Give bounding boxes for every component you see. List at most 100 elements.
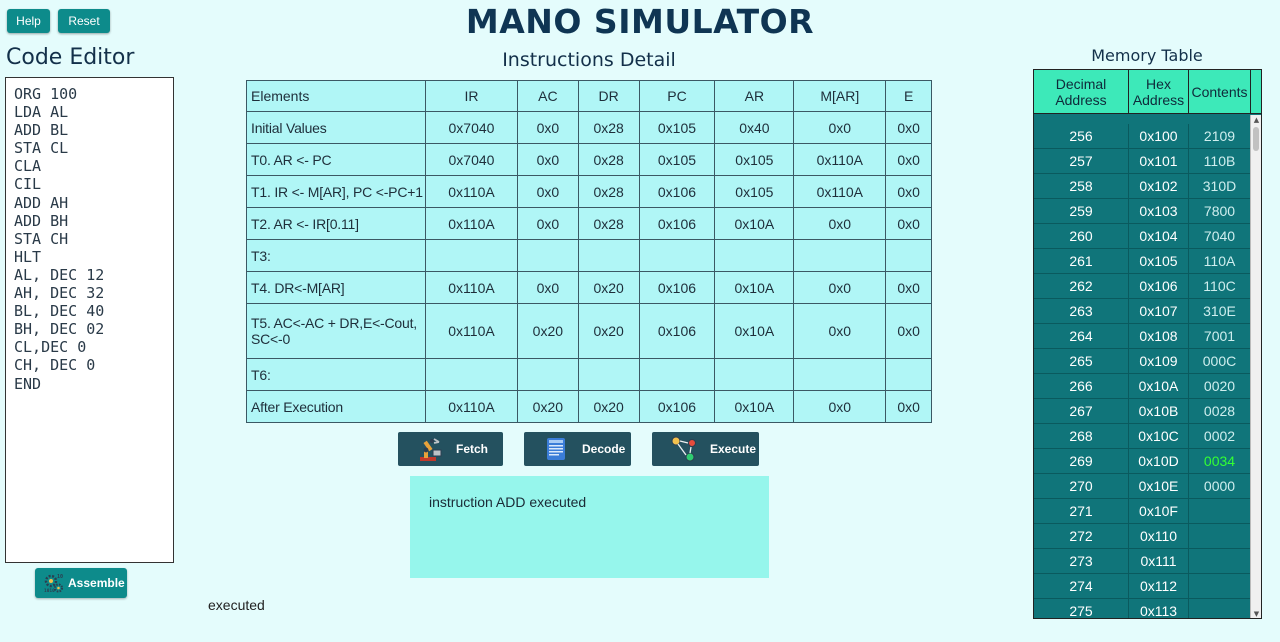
memory-row: 266 0x10A 0020 <box>1034 374 1251 399</box>
message-text: instruction ADD executed <box>429 494 587 510</box>
contents-cell: 110B <box>1189 149 1251 173</box>
memory-table-header: Decimal Address Hex Address Contents <box>1034 70 1261 114</box>
decimal-address-header: Decimal Address <box>1034 70 1129 113</box>
memory-row: 269 0x10D 0034 <box>1034 449 1251 474</box>
column-header: DR <box>577 80 640 112</box>
table-row: T1. IR <- M[AR], PC <-PC+1 0x110A 0x0 0x28 0… <box>246 175 932 208</box>
robot-arm-icon <box>416 435 444 463</box>
table-header-row: Elements IR AC DR PC AR M[AR] E <box>246 80 932 112</box>
status-text: executed <box>208 597 265 613</box>
contents-header: Contents <box>1189 70 1251 113</box>
decimal-address-cell: 270 <box>1034 474 1129 498</box>
decimal-address-cell: 271 <box>1034 499 1129 523</box>
memory-row: 261 0x105 110A <box>1034 249 1251 274</box>
table-row: T6: <box>246 358 932 391</box>
memory-table[interactable]: Decimal Address Hex Address Contents 256… <box>1033 69 1262 619</box>
register-value-cell: 0x0 <box>793 390 887 423</box>
decimal-address-cell: 267 <box>1034 399 1129 423</box>
scroll-thumb[interactable] <box>1253 127 1259 151</box>
column-header: AR <box>714 80 795 112</box>
hex-address-cell: 0x111 <box>1129 549 1189 573</box>
column-header: Elements <box>246 80 426 112</box>
register-value-cell <box>714 239 795 272</box>
app-title: MANO SIMULATOR <box>465 2 815 41</box>
contents-cell: 0000 <box>1189 474 1251 498</box>
register-value-cell <box>425 358 518 391</box>
register-value-cell <box>793 358 887 391</box>
step-label-cell: T0. AR <- PC <box>246 143 426 176</box>
hex-address-cell: 0x108 <box>1129 324 1189 348</box>
memory-row: 270 0x10E 0000 <box>1034 474 1251 499</box>
table-row: T5. AC<-AC + DR,E<-Cout, SC<-0 0x110A 0x20… <box>246 303 932 359</box>
contents-cell <box>1189 599 1251 618</box>
contents-cell: 0028 <box>1189 399 1251 423</box>
contents-cell: 000C <box>1189 349 1251 373</box>
gears-icon: 10 1010 <box>43 572 65 594</box>
contents-cell <box>1189 549 1251 573</box>
memory-row: 272 0x110 <box>1034 524 1251 549</box>
table-row: After Execution 0x110A 0x20 0x20 0x106 0x10A 0… <box>246 390 932 423</box>
register-value-cell: 0x20 <box>577 271 640 304</box>
register-value-cell: 0x28 <box>577 175 640 208</box>
contents-cell: 7001 <box>1189 324 1251 348</box>
register-value-cell: 0x0 <box>885 175 932 208</box>
step-label-cell: T2. AR <- IR[0.11] <box>246 207 426 240</box>
execute-button[interactable]: Execute <box>652 432 759 466</box>
register-value-cell <box>638 358 716 391</box>
contents-cell: 110C <box>1189 274 1251 298</box>
assemble-button[interactable]: 10 1010 Assemble <box>35 568 127 598</box>
instructions-title: Instructions Detail <box>502 49 676 71</box>
decode-label: Decode <box>582 442 626 456</box>
scroll-down-icon[interactable]: ▼ <box>1252 609 1261 618</box>
memory-row: 274 0x112 <box>1034 574 1251 599</box>
hex-address-header: Hex Address <box>1129 70 1189 113</box>
memory-rows: 256 0x100 2109 257 0x101 110B 258 0x102 310D 259 0… <box>1034 115 1251 618</box>
message-box: instruction ADD executed <box>410 476 769 578</box>
column-header: M[AR] <box>793 80 887 112</box>
decimal-address-cell: 266 <box>1034 374 1129 398</box>
code-editor-title: Code Editor <box>6 45 135 70</box>
hex-address-cell: 0x101 <box>1129 149 1189 173</box>
contents-cell <box>1189 499 1251 523</box>
register-value-cell <box>793 239 887 272</box>
contents-cell: 0002 <box>1189 424 1251 448</box>
memory-row: 258 0x102 310D <box>1034 174 1251 199</box>
table-row: T4. DR<-M[AR] 0x110A 0x0 0x20 0x106 0x10A 0x0 0… <box>246 271 932 304</box>
contents-cell: 7800 <box>1189 199 1251 223</box>
register-value-cell: 0x0 <box>793 303 887 359</box>
memory-row: 263 0x107 310E <box>1034 299 1251 324</box>
register-value-cell: 0x7040 <box>425 143 518 176</box>
register-value-cell <box>577 358 640 391</box>
memory-row: 267 0x10B 0028 <box>1034 399 1251 424</box>
hex-address-cell: 0x105 <box>1129 249 1189 273</box>
register-value-cell: 0x0 <box>793 207 887 240</box>
step-label-cell: T6: <box>246 358 426 391</box>
hex-address-cell: 0x10E <box>1129 474 1189 498</box>
register-value-cell: 0x105 <box>638 143 716 176</box>
step-label-cell: T3: <box>246 239 426 272</box>
hex-address-cell: 0x103 <box>1129 199 1189 223</box>
memory-row: 265 0x109 000C <box>1034 349 1251 374</box>
decimal-address-cell: 263 <box>1034 299 1129 323</box>
memory-scrollbar[interactable]: ▲ ▼ <box>1250 115 1261 618</box>
register-value-cell: 0x0 <box>885 207 932 240</box>
contents-cell: 2109 <box>1189 124 1251 148</box>
code-editor[interactable]: ORG 100 LDA AL ADD BL STA CL CLA CIL ADD… <box>5 77 174 563</box>
step-label-cell: T1. IR <- M[AR], PC <-PC+1 <box>246 175 426 208</box>
register-value-cell: 0x0 <box>885 271 932 304</box>
register-value-cell <box>516 239 579 272</box>
hex-address-cell: 0x10F <box>1129 499 1189 523</box>
register-value-cell: 0x10A <box>714 207 795 240</box>
execute-flow-icon <box>670 435 698 463</box>
register-value-cell: 0x28 <box>577 111 640 144</box>
decimal-address-cell: 256 <box>1034 124 1129 148</box>
hex-address-cell: 0x10A <box>1129 374 1189 398</box>
contents-cell <box>1189 524 1251 548</box>
register-value-cell: 0x105 <box>714 175 795 208</box>
decode-button[interactable]: Decode <box>524 432 631 466</box>
memory-row: 262 0x106 110C <box>1034 274 1251 299</box>
scroll-up-icon[interactable]: ▲ <box>1252 115 1261 125</box>
memory-row: 260 0x104 7040 <box>1034 224 1251 249</box>
fetch-button[interactable]: Fetch <box>398 432 503 466</box>
hex-address-cell: 0x100 <box>1129 124 1189 148</box>
